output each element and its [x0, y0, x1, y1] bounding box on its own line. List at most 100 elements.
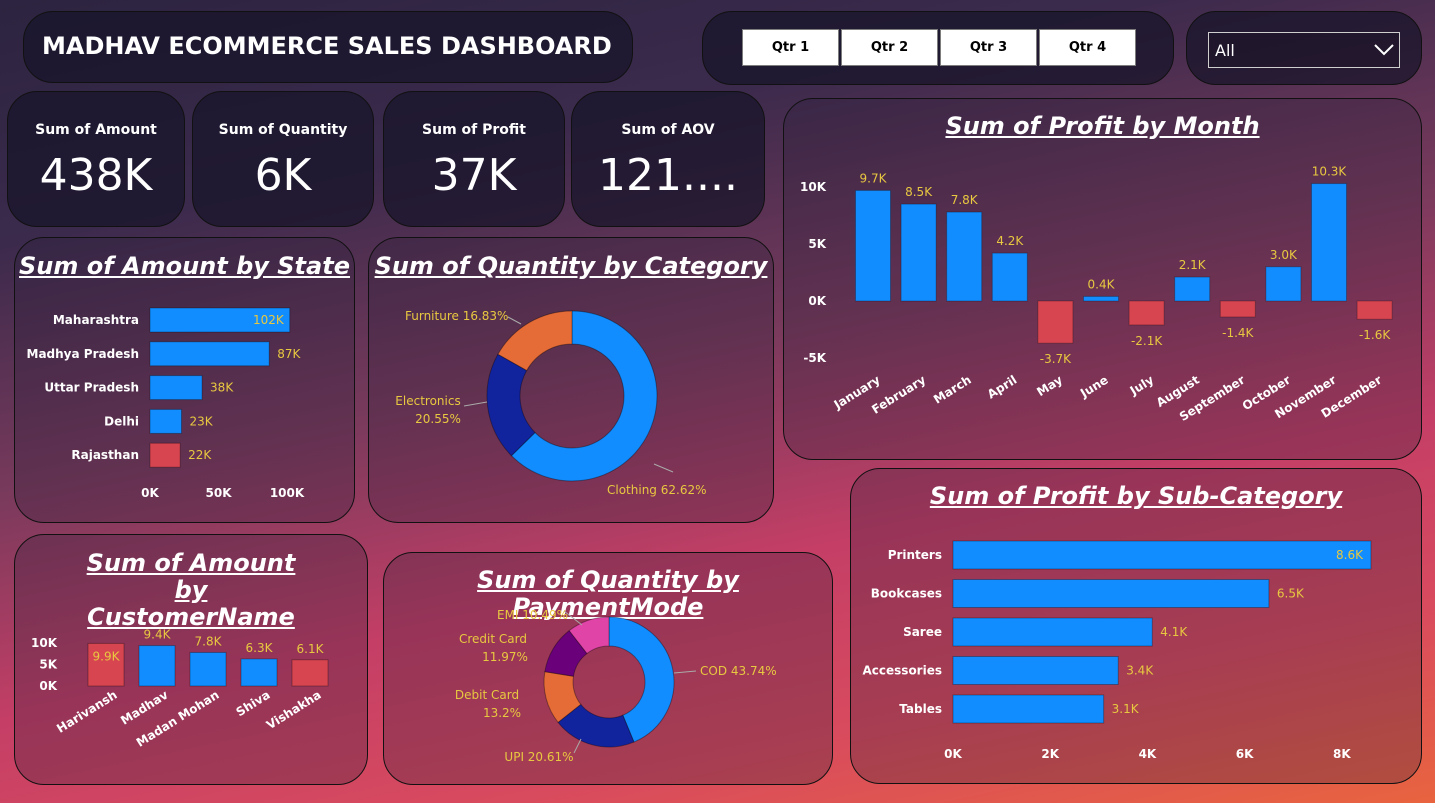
quantity-by-paymentmode-panel: Sum of Quantity by PaymentMode COD 43.74… [383, 552, 833, 785]
slice-label: UPI 20.61% [504, 750, 573, 764]
slice-label: Electronics [395, 394, 460, 408]
data-label: 9.9K [93, 649, 121, 663]
bar [991, 252, 1028, 302]
y-tick-label: Accessories [863, 664, 943, 678]
bar [240, 658, 278, 687]
qtr3-button[interactable]: Qtr 3 [940, 29, 1037, 66]
data-label: 3.4K [1126, 664, 1154, 678]
slice-label: Debit Card [455, 688, 519, 702]
qtr2-button[interactable]: Qtr 2 [841, 29, 938, 66]
data-label: 8.6K [1336, 548, 1364, 562]
bar [1083, 295, 1119, 302]
slice-label: COD 43.74% [700, 664, 777, 678]
bar [149, 408, 183, 434]
kpi-label: Sum of Profit [422, 122, 526, 138]
x-tick-label: July [1127, 373, 1157, 399]
kpi-card-quantity: Sum of Quantity 6K [192, 91, 374, 227]
chevron-down-icon [1374, 44, 1394, 56]
amount-by-customer-panel: Sum of Amount by CustomerName 10K 5K 0K 9.9… [14, 534, 368, 785]
slice-label: Credit Card [459, 632, 527, 646]
quantity-by-category-chart: Clothing 62.62% Electronics 20.55% Furnitur… [395, 309, 707, 497]
y-tick-label: 5K [39, 658, 57, 672]
data-label: 10.3K [1312, 165, 1348, 179]
leader-line [463, 401, 488, 407]
bar [1356, 300, 1393, 320]
x-tick-label: April [985, 373, 1020, 402]
data-label: 8.5K [905, 185, 933, 199]
qtr1-button[interactable]: Qtr 1 [742, 29, 839, 66]
bar [946, 211, 983, 302]
x-tick-label: March [931, 373, 974, 407]
y-tick-label: 0K [39, 679, 57, 693]
leader-line [507, 316, 522, 325]
bar [1265, 266, 1302, 302]
data-label: 2.1K [1179, 258, 1207, 272]
bar [189, 651, 227, 687]
kpi-value: 6K [254, 150, 312, 201]
quantity-by-paymentmode-chart: COD 43.74% UPI 20.61% Debit Card 13.2% Credi… [455, 608, 777, 764]
x-tick-label: 8K [1333, 747, 1351, 761]
quantity-by-category-panel: Sum of Quantity by Category Clothing 62.… [368, 237, 774, 523]
bar [952, 579, 1270, 608]
bar [952, 617, 1153, 647]
y-tick-label: 10K [800, 180, 827, 194]
kpi-value: 121.... [598, 150, 738, 201]
data-label: 22K [188, 448, 212, 462]
bar [1037, 300, 1074, 344]
x-tick-label: Harivansh [54, 688, 119, 736]
bar [855, 189, 891, 302]
bar [952, 540, 1372, 570]
data-label: 3.1K [1112, 702, 1140, 716]
y-tick-label: Bookcases [871, 587, 942, 601]
filter-dropdown[interactable]: All [1208, 32, 1400, 68]
dashboard-title: MADHAV ECOMMERCE SALES DASHBOARD [42, 32, 612, 60]
bar [1174, 276, 1211, 302]
x-tick-label: May [1034, 373, 1065, 400]
kpi-label: Sum of Quantity [218, 122, 348, 138]
profit-by-month-panel: Sum of Profit by Month 10K 5K 0K -5K 9.7K Jan… [783, 98, 1422, 460]
data-label: 6.5K [1277, 587, 1305, 601]
title-panel: MADHAV ECOMMERCE SALES DASHBOARD [23, 11, 633, 83]
bar [952, 656, 1119, 685]
slice-label: Furniture 16.83% [405, 309, 508, 323]
data-label: 4.1K [1160, 625, 1188, 639]
x-tick-label: 2K [1041, 747, 1059, 761]
dropdown-value: All [1215, 41, 1235, 60]
y-tick-label: 10K [31, 636, 58, 650]
bar [149, 375, 203, 401]
bar [138, 645, 176, 687]
y-tick-label: 5K [808, 237, 826, 251]
data-label: -1.6K [1359, 328, 1391, 342]
kpi-card-profit: Sum of Profit 37K [383, 91, 565, 227]
qtr4-button[interactable]: Qtr 4 [1039, 29, 1136, 66]
leader-line [673, 670, 697, 674]
slice-label: 13.2% [483, 706, 521, 720]
y-tick-label: Rajasthan [71, 448, 139, 462]
data-label: 38K [210, 381, 234, 395]
y-tick-label: Delhi [104, 414, 139, 428]
y-tick-label: Maharashtra [53, 313, 139, 327]
profit-by-subcategory-panel: Sum of Profit by Sub-Category Printers 8.… [850, 468, 1422, 784]
x-tick-label: 100K [270, 486, 305, 500]
x-tick-label: Vishakha [264, 688, 324, 733]
y-tick-label: Tables [899, 702, 942, 716]
x-tick-label: 0K [141, 486, 159, 500]
data-label: 23K [190, 414, 214, 428]
x-tick-label: 50K [206, 486, 233, 500]
y-tick-label: Madhya Pradesh [27, 347, 140, 361]
bar [149, 442, 181, 468]
kpi-value: 438K [39, 150, 153, 201]
amount-by-state-chart: Maharashtra 102K Madhya Pradesh 87K Uttar Pr… [27, 307, 305, 500]
x-tick-label: June [1077, 373, 1110, 401]
slice-label: EMI 10.49% [497, 608, 568, 622]
amount-by-customer-chart: 10K5K0K9.9KHarivansh9.4KMadhav7.8KMadan … [31, 628, 329, 750]
kpi-card-aov: Sum of AOV 121.... [571, 91, 765, 227]
data-label: 6.1K [297, 642, 325, 656]
slice-label: Clothing 62.62% [607, 483, 707, 497]
leader-line [653, 463, 674, 473]
data-label: 9.4K [144, 628, 172, 642]
leader-line [573, 738, 582, 754]
data-label: 4.2K [996, 234, 1024, 248]
slice-label: 11.97% [482, 650, 528, 664]
y-tick-label: Printers [888, 548, 942, 562]
